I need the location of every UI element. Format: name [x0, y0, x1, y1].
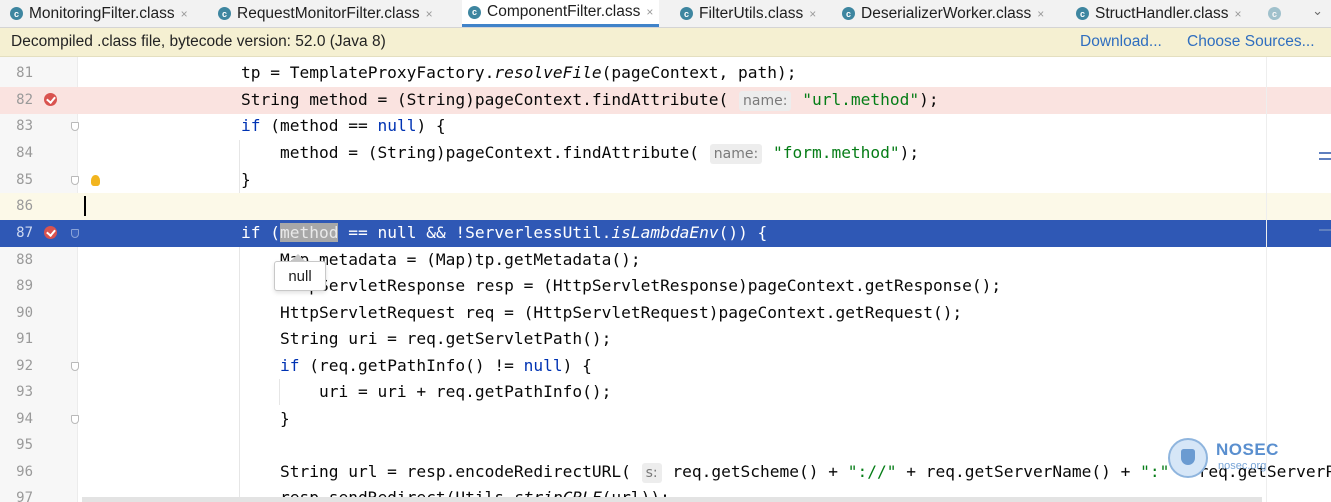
fold-icon[interactable]	[71, 362, 79, 371]
class-file-icon: c	[680, 7, 693, 20]
code-line[interactable]: 96 String url = resp.encodeRedirectURL( …	[0, 459, 1331, 486]
breakpoint-icon[interactable]	[44, 226, 57, 239]
line-number: 93	[16, 384, 33, 400]
code-text: HttpServletResponse resp = (HttpServletR…	[241, 276, 1002, 295]
line-number: 92	[16, 358, 33, 374]
class-file-icon: c	[218, 7, 231, 20]
close-icon[interactable]: ×	[181, 7, 188, 21]
lightbulb-icon[interactable]	[91, 175, 100, 186]
tooltip-text: null	[288, 267, 312, 285]
code-line[interactable]: 95	[0, 432, 1331, 459]
class-file-icon: c	[468, 5, 481, 19]
choose-sources-link[interactable]: Choose Sources...	[1187, 33, 1315, 51]
line-number: 91	[16, 331, 33, 347]
line-number: 89	[16, 278, 33, 294]
class-file-icon: c	[10, 7, 23, 20]
code-line[interactable]: 86	[0, 193, 1331, 220]
code-line[interactable]: 87 if (method == null && !ServerlessUtil…	[0, 220, 1331, 247]
code-text: if (method == null && !ServerlessUtil.is…	[241, 223, 768, 242]
tab-label: MonitoringFilter.class	[29, 4, 175, 22]
tab-label: StructHandler.class	[1095, 4, 1229, 22]
tab-label: FilterUtils.class	[699, 4, 804, 22]
code-text: if (method == null) {	[241, 116, 446, 135]
tab-requestmonitorfilter[interactable]: c RequestMonitorFilter.class ×	[218, 0, 433, 27]
tab-filterutils[interactable]: c FilterUtils.class ×	[680, 0, 816, 27]
horizontal-scrollbar[interactable]	[82, 497, 1262, 502]
fold-icon[interactable]	[71, 122, 79, 131]
tab-deserializerworker[interactable]: c DeserializerWorker.class ×	[842, 0, 1044, 27]
code-text: }	[241, 409, 290, 428]
class-file-icon: c	[1076, 7, 1089, 20]
code-text: String uri = req.getServletPath();	[241, 329, 612, 348]
code-line[interactable]: 82 String method = (String)pageContext.f…	[0, 87, 1331, 114]
tab-structhandler[interactable]: c StructHandler.class ×	[1076, 0, 1242, 27]
code-line[interactable]: 89 HttpServletResponse resp = (HttpServl…	[0, 273, 1331, 300]
watermark-brand: NOSEC	[1216, 440, 1279, 459]
value-tooltip: null	[274, 261, 326, 291]
download-link[interactable]: Download...	[1080, 33, 1162, 51]
line-number: 81	[16, 65, 33, 81]
code-text: tp = TemplateProxyFactory.resolveFile(pa…	[241, 63, 797, 82]
line-number: 97	[16, 490, 33, 502]
line-number: 95	[16, 437, 33, 453]
tooltip-arrow	[291, 254, 305, 261]
tab-overflow[interactable]: c	[1268, 0, 1287, 27]
line-number: 82	[16, 92, 33, 108]
code-editor[interactable]: 81 tp = TemplateProxyFactory.resolveFile…	[0, 57, 1331, 502]
line-number: 85	[16, 172, 33, 188]
line-number: 94	[16, 411, 33, 427]
editor-tab-bar: c MonitoringFilter.class × c RequestMoni…	[0, 0, 1331, 28]
code-line[interactable]: 83 if (method == null) {	[0, 113, 1331, 140]
fold-icon[interactable]	[71, 229, 79, 238]
line-number: 88	[16, 252, 33, 268]
line-number: 90	[16, 305, 33, 321]
code-text: String method = (String)pageContext.find…	[241, 90, 939, 111]
close-icon[interactable]: ×	[1037, 7, 1044, 21]
code-line[interactable]: 90 HttpServletRequest req = (HttpServlet…	[0, 300, 1331, 327]
code-text: HttpServletRequest req = (HttpServletReq…	[241, 303, 963, 322]
line-number: 86	[16, 198, 33, 214]
code-line[interactable]: 84 method = (String)pageContext.findAttr…	[0, 140, 1331, 167]
nosec-watermark: NOSEC nosec.org	[1168, 438, 1288, 478]
code-text: method = (String)pageContext.findAttribu…	[241, 143, 920, 164]
banner-message: Decompiled .class file, bytecode version…	[11, 33, 386, 50]
code-line[interactable]: 85 }	[0, 167, 1331, 194]
decompiled-info-banner: Decompiled .class file, bytecode version…	[0, 28, 1331, 57]
close-icon[interactable]: ×	[426, 7, 433, 21]
tab-monitoringfilter[interactable]: c MonitoringFilter.class ×	[10, 0, 188, 27]
code-line[interactable]: 81 tp = TemplateProxyFactory.resolveFile…	[0, 60, 1331, 87]
tab-label: RequestMonitorFilter.class	[237, 4, 420, 22]
code-text: if (req.getPathInfo() != null) {	[279, 356, 592, 375]
tab-componentfilter[interactable]: c ComponentFilter.class ×	[462, 0, 660, 27]
class-file-icon: c	[842, 7, 855, 20]
fold-icon[interactable]	[71, 415, 79, 424]
close-icon[interactable]: ×	[646, 5, 653, 19]
line-number: 87	[16, 225, 33, 241]
code-line[interactable]: 94 }	[0, 406, 1331, 433]
watermark-site: nosec.org	[1218, 460, 1267, 472]
code-line[interactable]: 93 uri = uri + req.getPathInfo();	[0, 379, 1331, 406]
chevron-down-icon[interactable]: ⌄	[1312, 4, 1323, 19]
right-margin-guide	[1266, 57, 1267, 502]
error-stripe-marker[interactable]	[1319, 152, 1331, 154]
close-icon[interactable]: ×	[809, 7, 816, 21]
code-line[interactable]: 88 Map metadata = (Map)tp.getMetadata();	[0, 247, 1331, 274]
breakpoint-icon[interactable]	[44, 93, 57, 106]
line-number: 84	[16, 145, 33, 161]
nosec-logo-icon	[1168, 438, 1208, 478]
line-number: 96	[16, 464, 33, 480]
tab-label: ComponentFilter.class	[487, 3, 641, 20]
line-number: 83	[16, 118, 33, 134]
code-line[interactable]: 91 String uri = req.getServletPath();	[0, 326, 1331, 353]
error-stripe-marker[interactable]	[1319, 229, 1331, 231]
fold-icon[interactable]	[71, 176, 79, 185]
error-stripe-marker[interactable]	[1319, 158, 1331, 160]
tab-label: DeserializerWorker.class	[861, 4, 1032, 22]
code-text: uri = uri + req.getPathInfo();	[241, 382, 612, 401]
code-text: }	[241, 170, 251, 189]
class-file-icon: c	[1268, 7, 1281, 20]
close-icon[interactable]: ×	[1235, 7, 1242, 21]
code-line[interactable]: 92 if (req.getPathInfo() != null) {	[0, 353, 1331, 380]
text-caret	[84, 196, 86, 216]
